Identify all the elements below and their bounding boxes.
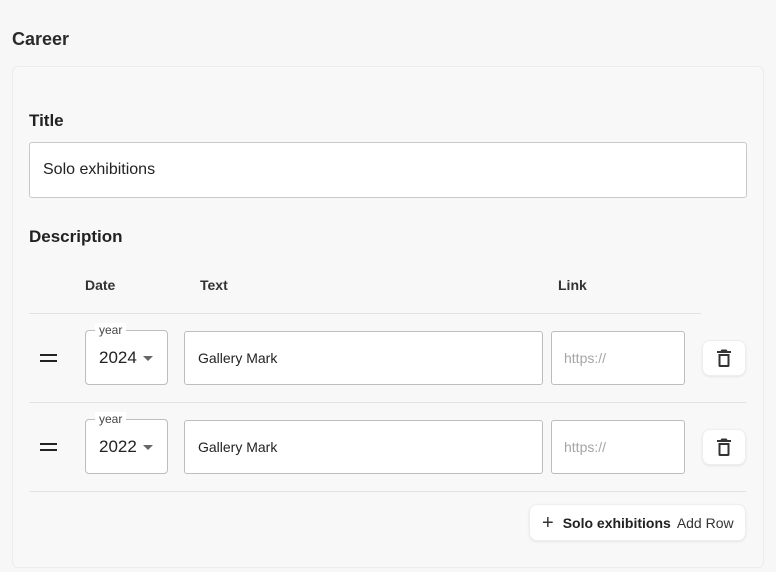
plus-icon: + <box>542 511 554 534</box>
title-input-value: Solo exhibitions <box>43 161 156 178</box>
row-divider <box>29 491 746 492</box>
title-input[interactable]: Solo exhibitions <box>29 142 747 198</box>
trash-icon <box>717 349 731 367</box>
delete-row-button[interactable] <box>702 340 746 376</box>
section-title: Career <box>12 29 70 49</box>
drag-handle-icon[interactable] <box>40 354 57 362</box>
row-link-input[interactable] <box>551 420 685 474</box>
year-select[interactable]: year 2024 <box>85 323 168 385</box>
row-link-input[interactable] <box>551 331 685 385</box>
delete-row-button[interactable] <box>702 429 746 465</box>
row-divider <box>29 402 746 403</box>
drag-handle-icon[interactable] <box>40 443 57 451</box>
row-text-value: Gallery Mark <box>198 350 278 366</box>
title-label: Title <box>29 111 64 130</box>
year-select-value: 2024 <box>99 348 137 367</box>
year-select-label: year <box>95 323 127 337</box>
year-select-label: year <box>95 412 127 426</box>
year-select[interactable]: year 2022 <box>85 412 168 474</box>
year-select-value: 2022 <box>99 437 137 456</box>
column-header-date: Date <box>85 277 116 293</box>
caret-down-icon <box>143 445 153 450</box>
row-text-input[interactable]: Gallery Mark <box>184 331 543 385</box>
header-divider <box>29 313 701 314</box>
add-row-prefix: Solo exhibitions <box>562 514 671 531</box>
description-label: Description <box>29 227 123 246</box>
column-header-link: Link <box>558 277 587 293</box>
trash-icon <box>717 438 731 456</box>
row-text-input[interactable]: Gallery Mark <box>184 420 543 474</box>
add-row-button[interactable]: + Solo exhibitions Add Row <box>529 504 746 541</box>
column-header-text: Text <box>200 277 228 293</box>
add-row-label: Add Row <box>676 514 734 531</box>
caret-down-icon <box>143 356 153 361</box>
row-text-value: Gallery Mark <box>198 439 278 455</box>
